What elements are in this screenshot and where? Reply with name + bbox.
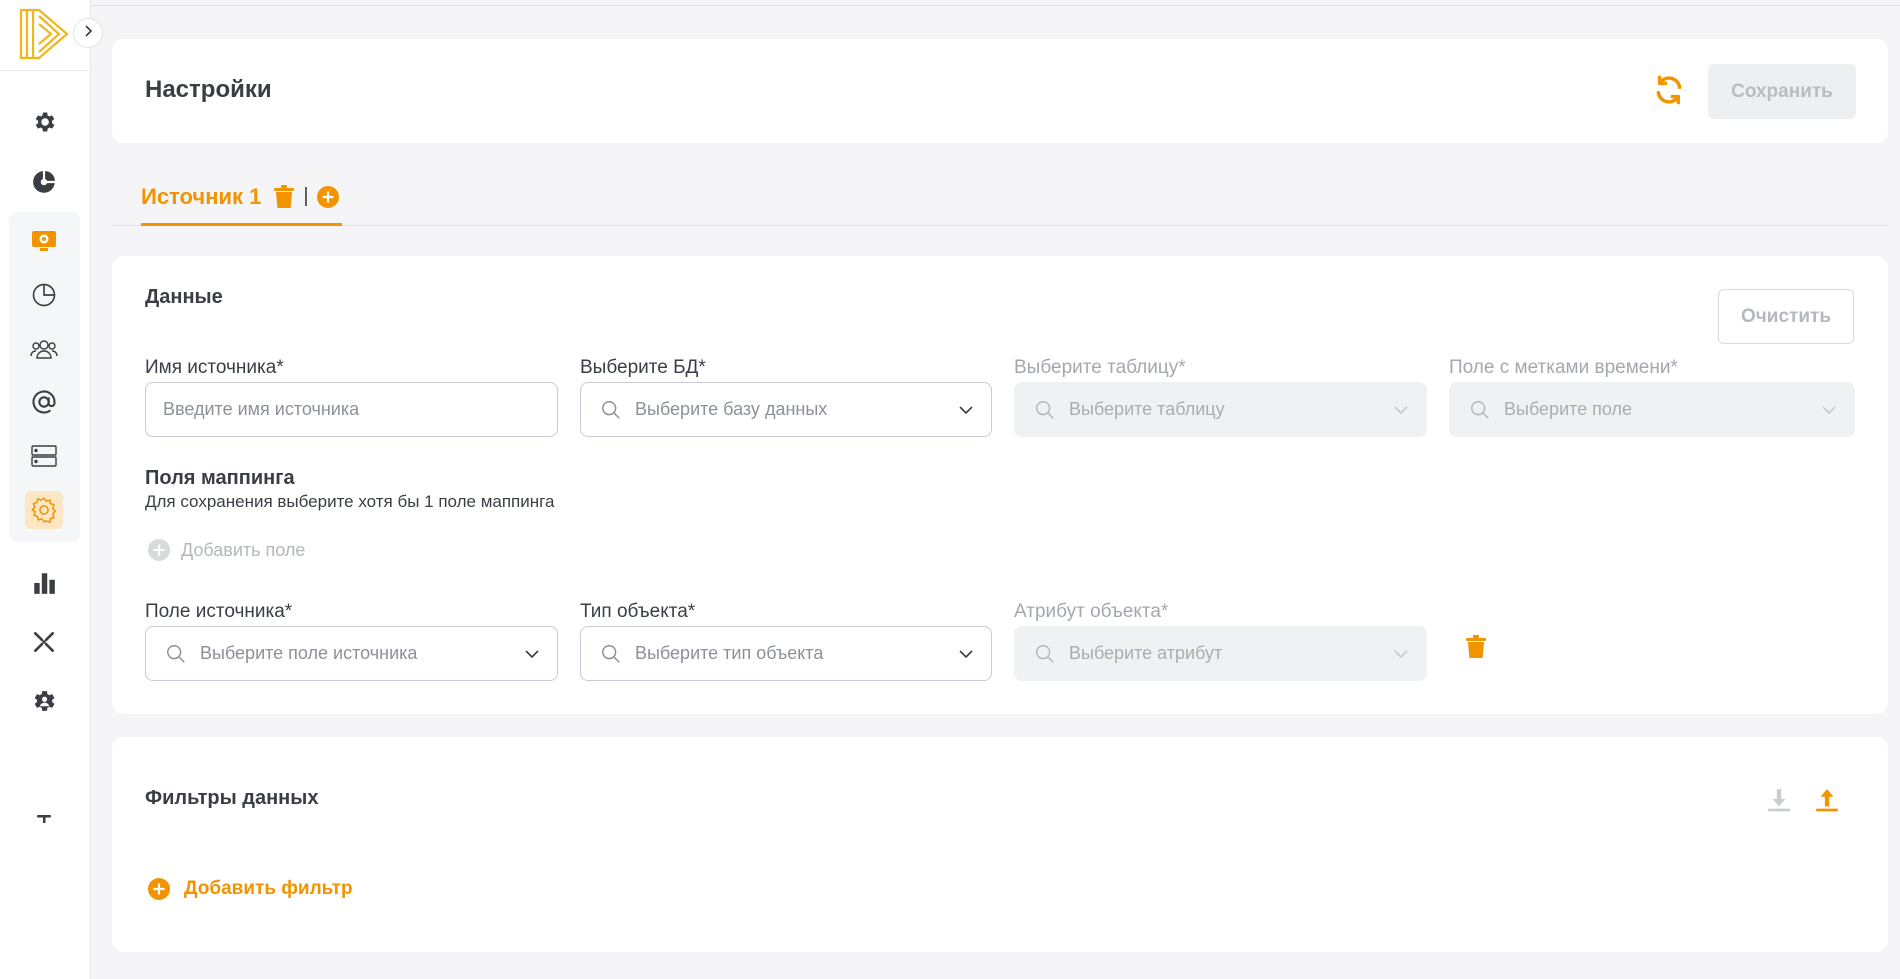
- data-section: Данные Очистить Имя источника* Введите и…: [112, 256, 1888, 714]
- filters-section: Фильтры данных Добавить фильтр: [112, 737, 1888, 952]
- sidebar-collapse-button[interactable]: [73, 18, 103, 48]
- search-icon: [599, 642, 623, 666]
- table-select[interactable]: Выберите таблицу: [1014, 382, 1427, 437]
- users-icon[interactable]: [25, 330, 63, 368]
- source-name-label: Имя источника*: [145, 357, 284, 378]
- object-attr-select[interactable]: Выберите атрибут: [1014, 626, 1427, 681]
- chevron-down-icon: [955, 399, 977, 421]
- refresh-button[interactable]: [1652, 75, 1686, 109]
- search-icon: [599, 398, 623, 422]
- plus-circle-icon: [147, 877, 171, 901]
- clear-button[interactable]: Очистить: [1718, 289, 1854, 344]
- chevron-down-icon: [955, 643, 977, 665]
- search-icon: [164, 642, 188, 666]
- placeholder-text: Выберите базу данных: [635, 399, 828, 419]
- upload-icon[interactable]: [1811, 784, 1843, 816]
- server-icon[interactable]: [25, 437, 63, 475]
- save-button[interactable]: Сохранить: [1708, 64, 1856, 119]
- chevron-down-icon: [1818, 399, 1840, 421]
- chevron-down-icon: [1390, 643, 1412, 665]
- add-tab-icon[interactable]: [315, 184, 341, 210]
- source-field-select[interactable]: Выберите поле источника: [145, 626, 558, 681]
- placeholder-text: Выберите тип объекта: [635, 643, 824, 663]
- table-label: Выберите таблицу*: [1014, 357, 1186, 378]
- placeholder-text: Выберите атрибут: [1069, 643, 1223, 663]
- search-icon: [1033, 398, 1057, 422]
- tab-separator: |: [303, 185, 309, 207]
- at-icon[interactable]: [25, 383, 63, 421]
- mapping-hint: Для сохранения выберите хотя бы 1 поле м…: [145, 492, 555, 511]
- search-icon: [1033, 642, 1057, 666]
- top-strip: [91, 0, 1900, 6]
- placeholder-text: Выберите поле источника: [200, 643, 418, 663]
- delete-mapping-row-button[interactable]: [1461, 634, 1491, 664]
- source-tabs: Источник 1 |: [112, 170, 1888, 226]
- settings-flower-icon[interactable]: [25, 491, 63, 529]
- cross-tools-icon[interactable]: [25, 623, 63, 661]
- timestamp-label: Поле с метками времени*: [1449, 357, 1678, 378]
- add-field-label: Добавить поле: [181, 539, 306, 560]
- search-icon: [1468, 398, 1492, 422]
- logo[interactable]: [19, 6, 71, 62]
- users-gear-icon[interactable]: [25, 682, 63, 720]
- add-filter-label: Добавить фильтр: [184, 878, 353, 899]
- plus-circle-icon: [147, 538, 171, 562]
- filters-title: Фильтры данных: [145, 787, 319, 809]
- chevron-down-icon: [521, 643, 543, 665]
- chevron-down-icon: [1390, 399, 1412, 421]
- sidebar: [0, 0, 91, 979]
- tab-label: Источник 1: [141, 183, 262, 209]
- placeholder-text: Введите имя источника: [163, 399, 360, 419]
- mapping-title: Поля маппинга: [145, 467, 295, 489]
- download-icon[interactable]: [1763, 784, 1795, 816]
- object-attr-label: Атрибут объекта*: [1014, 601, 1169, 622]
- bar-chart-icon[interactable]: [25, 564, 63, 602]
- text-cursor-icon[interactable]: [25, 800, 63, 838]
- object-type-select[interactable]: Выберите тип объекта: [580, 626, 992, 681]
- trash-icon[interactable]: [271, 184, 297, 210]
- source-name-input[interactable]: Введите имя источника: [145, 382, 558, 437]
- refresh-icon: [1653, 74, 1685, 111]
- pie-outline-icon[interactable]: [25, 276, 63, 314]
- object-type-label: Тип объекта*: [580, 601, 696, 622]
- source-field-label: Поле источника*: [145, 601, 293, 622]
- add-field-button[interactable]: Добавить поле: [147, 538, 305, 562]
- page-header: Настройки Сохранить: [112, 39, 1888, 143]
- monitor-settings-icon[interactable]: [25, 222, 63, 260]
- timestamp-select[interactable]: Выберите поле: [1449, 382, 1855, 437]
- chevron-right-icon: [82, 24, 94, 43]
- gear-icon[interactable]: [25, 103, 63, 141]
- db-select[interactable]: Выберите базу данных: [580, 382, 992, 437]
- db-label: Выберите БД*: [580, 357, 706, 378]
- pie-chart-icon[interactable]: [25, 163, 63, 201]
- page-title: Настройки: [145, 76, 272, 103]
- placeholder-text: Выберите таблицу: [1069, 399, 1225, 419]
- section-title: Данные: [145, 286, 223, 308]
- trash-icon: [1465, 634, 1487, 665]
- tab-source-1[interactable]: Источник 1 |: [141, 170, 342, 226]
- sidebar-divider: [0, 70, 91, 71]
- placeholder-text: Выберите поле: [1504, 399, 1633, 419]
- add-filter-button[interactable]: Добавить фильтр: [147, 877, 353, 901]
